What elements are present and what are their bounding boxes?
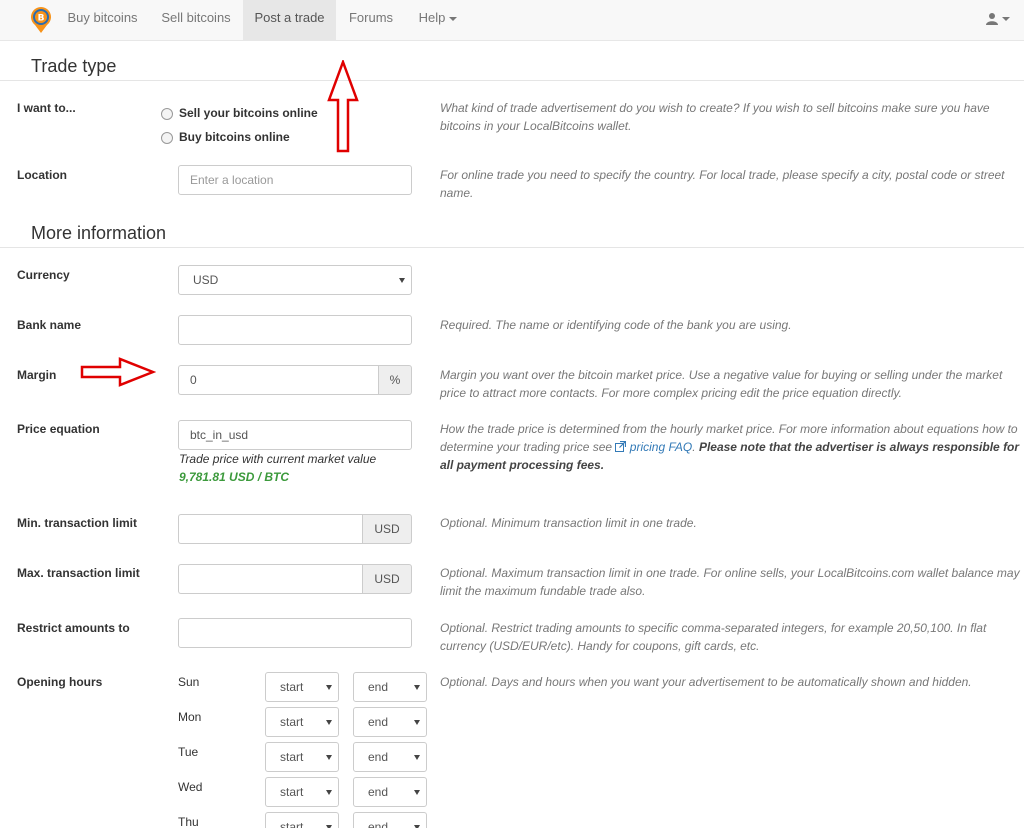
margin-percent-addon: % — [378, 365, 412, 395]
price-equation-input[interactable] — [178, 420, 412, 450]
select-value: start — [280, 785, 304, 799]
restrict-amounts-label: Restrict amounts to — [17, 621, 130, 635]
external-link-icon — [615, 440, 627, 452]
tue-start-select[interactable]: start — [265, 742, 339, 772]
min-limit-input[interactable] — [178, 514, 362, 544]
restrict-amounts-input[interactable] — [178, 618, 412, 648]
bank-name-help: Required. The name or identifying code o… — [440, 318, 792, 332]
chevron-down-icon — [414, 790, 420, 795]
section-title-trade-type: Trade type — [31, 56, 117, 76]
annotation-up-arrow-icon — [327, 60, 359, 153]
select-value: end — [368, 715, 389, 729]
bank-name-label: Bank name — [17, 318, 82, 332]
help-punctuation: . — [692, 440, 696, 454]
min-limit-input-group: USD — [178, 514, 412, 544]
select-value: end — [368, 680, 389, 694]
current-price-value: 9,781.81 USD / BTC — [179, 470, 290, 484]
select-value: start — [280, 715, 304, 729]
max-limit-label: Max. transaction limit — [17, 566, 140, 580]
min-limit-label: Min. transaction limit — [17, 516, 138, 530]
section-divider — [0, 80, 1024, 81]
radio-label: Sell your bitcoins online — [179, 106, 318, 120]
select-value: start — [280, 680, 304, 694]
price-equation-label: Price equation — [17, 422, 100, 436]
min-limit-currency-addon: USD — [362, 514, 412, 544]
max-limit-help: Optional. Maximum transaction limit in o… — [440, 566, 1020, 598]
radio-circle[interactable] — [161, 132, 173, 144]
margin-help: Margin you want over the bitcoin market … — [440, 368, 1003, 400]
thu-start-select[interactable]: start — [265, 812, 339, 828]
day-label-mon: Mon — [178, 710, 202, 724]
mon-end-select[interactable]: end — [353, 707, 427, 737]
select-value: start — [280, 820, 304, 828]
min-limit-help: Optional. Minimum transaction limit in o… — [440, 516, 697, 530]
section-title-more-information: More information — [31, 223, 167, 243]
margin-input-group: % — [178, 365, 412, 395]
select-value: start — [280, 750, 304, 764]
user-icon — [986, 12, 998, 25]
max-limit-input-group: USD — [178, 564, 412, 594]
chevron-down-icon — [326, 685, 332, 690]
day-label-tue: Tue — [178, 745, 199, 759]
annotation-right-arrow-icon — [80, 357, 156, 387]
location-input[interactable] — [178, 165, 412, 195]
chevron-down-icon — [449, 16, 458, 21]
chevron-down-icon — [1002, 16, 1010, 21]
i-want-help: What kind of trade advertisement do you … — [440, 101, 990, 133]
chevron-down-icon — [414, 755, 420, 760]
day-label-sun: Sun — [178, 675, 200, 689]
mon-start-select[interactable]: start — [265, 707, 339, 737]
margin-label: Margin — [17, 368, 57, 382]
nav-forums[interactable]: Forums — [336, 0, 406, 40]
i-want-label: I want to... — [17, 101, 76, 115]
price-note: Trade price with current market value — [179, 452, 377, 466]
bank-name-input[interactable] — [178, 315, 412, 345]
chevron-down-icon — [326, 720, 332, 725]
chevron-down-icon — [326, 755, 332, 760]
nav-buy-bitcoins[interactable]: Buy bitcoins — [55, 0, 150, 40]
thu-end-select[interactable]: end — [353, 812, 427, 828]
user-menu[interactable] — [986, 11, 1010, 29]
pricing-faq-link[interactable]: pricing FAQ — [630, 440, 692, 454]
sun-end-select[interactable]: end — [353, 672, 427, 702]
max-limit-currency-addon: USD — [362, 564, 412, 594]
nav-post-a-trade[interactable]: Post a trade — [243, 0, 336, 40]
wed-start-select[interactable]: start — [265, 777, 339, 807]
section-divider — [0, 247, 1024, 248]
opening-hours-help: Optional. Days and hours when you want y… — [440, 675, 972, 689]
location-help: For online trade you need to specify the… — [440, 168, 1005, 200]
currency-select-value: USD — [193, 273, 219, 287]
max-limit-input[interactable] — [178, 564, 362, 594]
wed-end-select[interactable]: end — [353, 777, 427, 807]
chevron-down-icon — [414, 720, 420, 725]
currency-select[interactable]: USD — [178, 265, 412, 295]
nav-help-dropdown[interactable]: Help — [406, 0, 470, 40]
margin-input[interactable] — [178, 365, 378, 395]
top-navbar: B Buy bitcoins Sell bitcoins Post a trad… — [0, 0, 1024, 41]
price-equation-help: How the trade price is determined from t… — [440, 420, 1020, 474]
select-value: end — [368, 785, 389, 799]
chevron-down-icon — [326, 790, 332, 795]
day-label-wed: Wed — [178, 780, 203, 794]
tue-end-select[interactable]: end — [353, 742, 427, 772]
location-label: Location — [17, 168, 67, 182]
day-label-thu: Thu — [178, 815, 199, 829]
nav-sell-bitcoins[interactable]: Sell bitcoins — [150, 0, 242, 40]
select-value: end — [368, 750, 389, 764]
chevron-down-icon — [414, 685, 420, 690]
svg-text:B: B — [38, 14, 45, 24]
sun-start-select[interactable]: start — [265, 672, 339, 702]
radio-label: Buy bitcoins online — [179, 130, 290, 144]
opening-hours-label: Opening hours — [17, 675, 103, 689]
bitcoin-logo-icon[interactable]: B — [29, 6, 53, 34]
select-value: end — [368, 820, 389, 828]
nav-help-label: Help — [418, 10, 446, 25]
radio-circle[interactable] — [161, 108, 173, 120]
restrict-amounts-help: Optional. Restrict trading amounts to sp… — [440, 621, 987, 653]
currency-label: Currency — [17, 268, 70, 282]
chevron-down-icon — [399, 278, 405, 283]
